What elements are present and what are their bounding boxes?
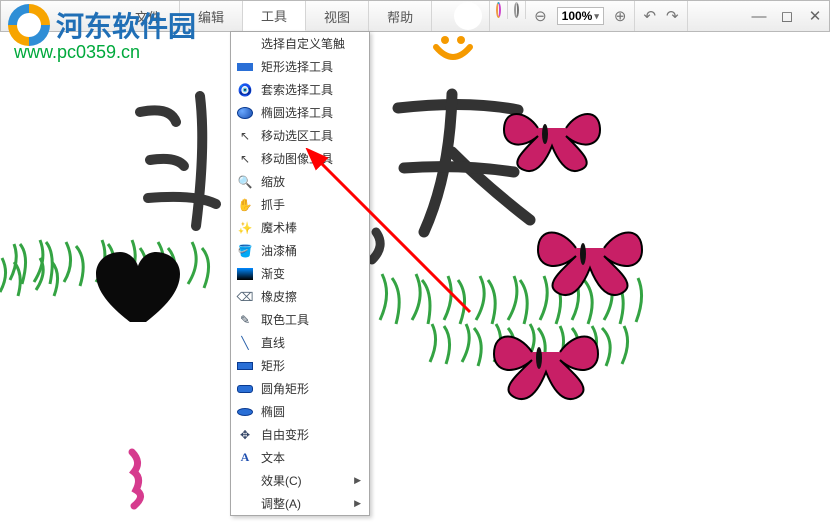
bucket-icon: 🪣 <box>237 243 253 259</box>
tool-item-arrow[interactable]: ↖ 移动选区工具 <box>231 124 369 147</box>
submenu-arrow-icon: ▶ <box>354 498 361 509</box>
blank-icon <box>237 36 253 52</box>
tool-item-label: 文本 <box>261 449 285 466</box>
menu-view-label: 视图 <box>324 7 350 26</box>
tools-dropdown: 选择自定义笔触矩形选择工具 🧿 套索选择工具椭圆选择工具 ↖ 移动选区工具 ↖ 移动图像工具… <box>230 31 370 516</box>
redo-icon[interactable]: ↷ <box>666 7 679 25</box>
tool-item-hand[interactable]: ✋ 抓手 <box>231 193 369 216</box>
tool-item-rect2[interactable]: 矩形 <box>231 354 369 377</box>
tool-item-label: 直线 <box>261 334 285 351</box>
menu-help-label: 帮助 <box>387 7 413 26</box>
tool-item-label: 渐变 <box>261 265 285 282</box>
menu-tools[interactable]: 工具 <box>243 1 306 31</box>
arrow-icon: ↖ <box>237 128 253 144</box>
zoom-select[interactable]: 100% <box>557 7 604 25</box>
tool-item-text[interactable]: A 文本 <box>231 446 369 469</box>
pick-icon: ✎ <box>237 312 253 328</box>
text-icon: A <box>237 450 253 466</box>
tool-item-label: 抓手 <box>261 196 285 213</box>
zoom-value: 100% <box>562 9 593 23</box>
arrow2-icon: ↖ <box>237 151 253 167</box>
tool-item-ell[interactable]: 椭圆 <box>231 400 369 423</box>
menu-edit[interactable]: 编辑 <box>180 1 243 31</box>
color-swatch-secondary[interactable] <box>508 1 526 19</box>
hand-icon: ✋ <box>237 197 253 213</box>
tool-item-label: 移动图像工具 <box>261 150 333 167</box>
tool-item-pick[interactable]: ✎ 取色工具 <box>231 308 369 331</box>
tool-item-label: 取色工具 <box>261 311 309 328</box>
tool-item-rect[interactable]: 矩形选择工具 <box>231 55 369 78</box>
erase-icon: ⌫ <box>237 289 253 305</box>
free-icon: ✥ <box>237 427 253 443</box>
menu-view[interactable]: 视图 <box>306 1 369 31</box>
menu-file-label: 文件 <box>135 7 161 26</box>
rect-icon <box>237 63 253 71</box>
tool-item-label: 矩形选择工具 <box>261 58 333 75</box>
color-swatch-primary[interactable] <box>490 1 508 19</box>
tool-item-label: 移动选区工具 <box>261 127 333 144</box>
tool-item-label: 椭圆选择工具 <box>261 104 333 121</box>
app-smiley-icon <box>432 33 474 72</box>
blank-icon <box>237 496 253 512</box>
tool-item-ellipse-sel[interactable]: 椭圆选择工具 <box>231 101 369 124</box>
blank-icon <box>237 473 253 489</box>
tool-item-label: 套索选择工具 <box>261 81 333 98</box>
tool-item-blank[interactable]: 调整(A) ▶ <box>231 492 369 515</box>
tool-item-erase[interactable]: ⌫ 橡皮擦 <box>231 285 369 308</box>
tool-item-label: 调整(A) <box>261 495 301 512</box>
lasso-icon: 🧿 <box>237 82 253 98</box>
grad-icon <box>237 268 253 280</box>
submenu-arrow-icon: ▶ <box>354 475 361 486</box>
menubar: 文件 编辑 工具 视图 帮助 ⊖ 100% ⊕ ↶ ↷ — ◻ ✕ <box>0 0 830 32</box>
rect2-icon <box>237 362 253 370</box>
tool-item-grad[interactable]: 渐变 <box>231 262 369 285</box>
tool-item-blank[interactable]: 效果(C) ▶ <box>231 469 369 492</box>
line-icon: ╲ <box>237 335 253 351</box>
canvas[interactable] <box>0 32 830 530</box>
tool-item-zoom[interactable]: 🔍 缩放 <box>231 170 369 193</box>
tool-item-label: 自由变形 <box>261 426 309 443</box>
tool-item-free[interactable]: ✥ 自由变形 <box>231 423 369 446</box>
menu-tools-label: 工具 <box>261 6 287 25</box>
tool-item-label: 圆角矩形 <box>261 380 309 397</box>
tool-item-line[interactable]: ╲ 直线 <box>231 331 369 354</box>
minimize-button[interactable]: — <box>745 1 773 31</box>
app-logo <box>446 1 490 31</box>
menu-file[interactable]: 文件 <box>117 1 180 31</box>
tool-item-label: 油漆桶 <box>261 242 297 259</box>
ell-icon <box>237 408 253 416</box>
tool-item-lasso[interactable]: 🧿 套索选择工具 <box>231 78 369 101</box>
undo-icon[interactable]: ↶ <box>643 7 656 25</box>
wand-icon: ✨ <box>237 220 253 236</box>
rrect-icon <box>237 385 253 393</box>
zoom-icon: 🔍 <box>237 174 253 190</box>
tool-item-label: 矩形 <box>261 357 285 374</box>
menu-help[interactable]: 帮助 <box>369 1 432 31</box>
tool-item-label: 橡皮擦 <box>261 288 297 305</box>
ellipse-sel-icon <box>237 107 253 119</box>
tool-item-blank[interactable]: 选择自定义笔触 <box>231 32 369 55</box>
zoom-out-icon[interactable]: ⊖ <box>534 7 547 25</box>
tool-item-label: 椭圆 <box>261 403 285 420</box>
maximize-button[interactable]: ◻ <box>773 1 801 31</box>
tool-item-label: 效果(C) <box>261 472 302 489</box>
menu-edit-label: 编辑 <box>198 7 224 26</box>
tool-item-arrow2[interactable]: ↖ 移动图像工具 <box>231 147 369 170</box>
zoom-in-icon[interactable]: ⊕ <box>614 7 627 25</box>
tool-item-label: 选择自定义笔触 <box>261 35 345 52</box>
tool-item-label: 魔术棒 <box>261 219 297 236</box>
tool-item-wand[interactable]: ✨ 魔术棒 <box>231 216 369 239</box>
tool-item-label: 缩放 <box>261 173 285 190</box>
tool-item-bucket[interactable]: 🪣 油漆桶 <box>231 239 369 262</box>
tool-item-rrect[interactable]: 圆角矩形 <box>231 377 369 400</box>
close-button[interactable]: ✕ <box>801 1 829 31</box>
